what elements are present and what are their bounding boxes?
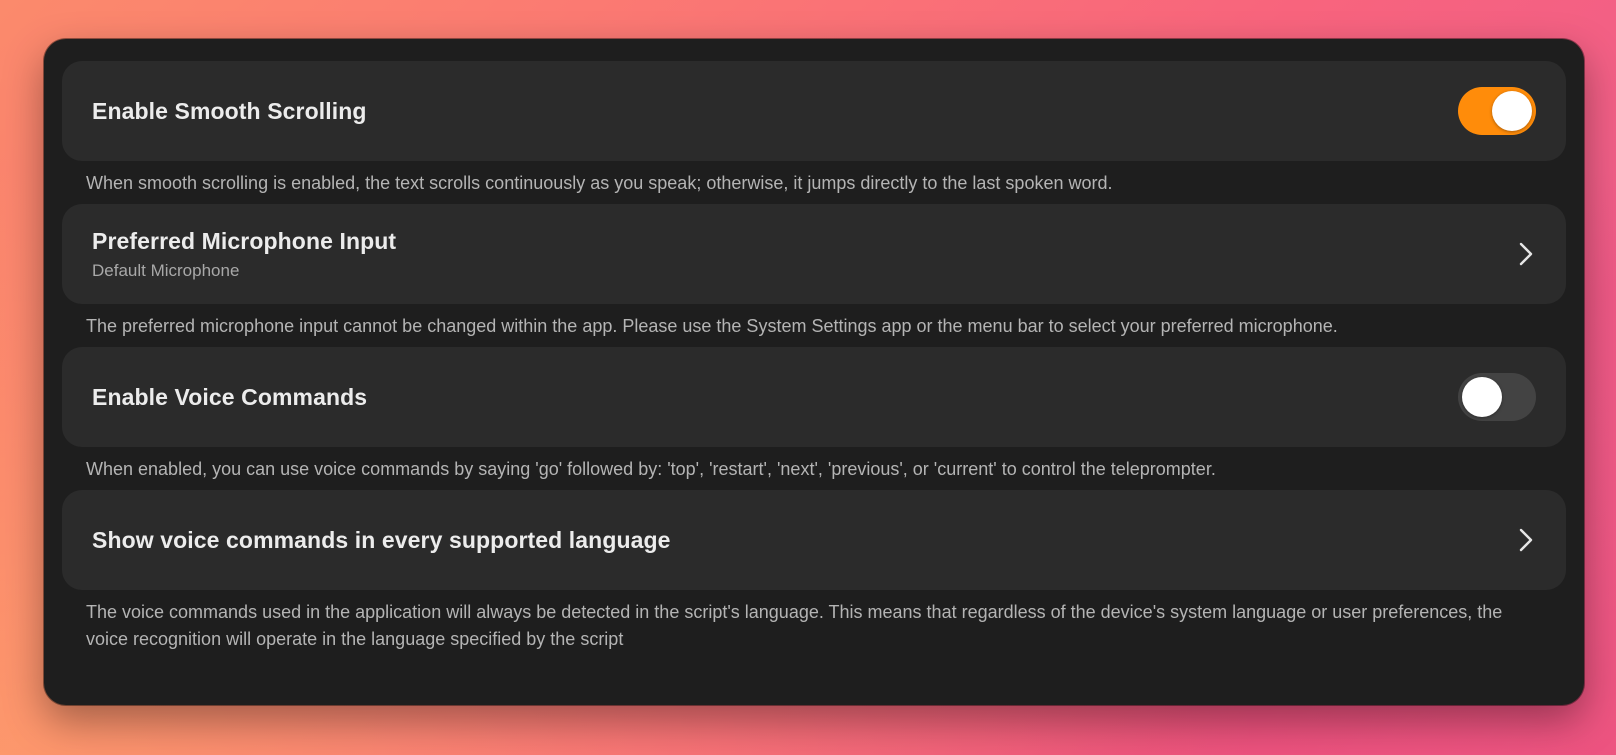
microphone-title: Preferred Microphone Input [92,227,397,254]
smooth-scrolling-text: Enable Smooth Scrolling [92,98,367,125]
smooth-scrolling-row: Enable Smooth Scrolling [62,61,1566,161]
voice-commands-text: Enable Voice Commands [92,384,367,411]
chevron-right-icon[interactable] [1516,239,1536,269]
languages-text: Show voice commands in every supported l… [92,527,671,554]
microphone-value: Default Microphone [92,260,240,280]
voice-commands-row: Enable Voice Commands [62,347,1566,447]
smooth-scrolling-title: Enable Smooth Scrolling [92,97,367,124]
microphone-row[interactable]: Preferred Microphone Input Default Micro… [62,204,1566,304]
toggle-knob [1462,377,1502,417]
voice-commands-description: When enabled, you can use voice commands… [86,459,1216,479]
microphone-text: Preferred Microphone Input Default Micro… [92,228,396,281]
languages-title: Show voice commands in every supported l… [92,526,671,553]
settings-window: Enable Smooth Scrolling When smooth scro… [44,39,1584,705]
microphone-description: The preferred microphone input cannot be… [86,316,1338,336]
smooth-scrolling-toggle[interactable] [1458,87,1536,135]
voice-commands-toggle[interactable] [1458,373,1536,421]
languages-row[interactable]: Show voice commands in every supported l… [62,490,1566,590]
smooth-scrolling-description: When smooth scrolling is enabled, the te… [86,173,1113,193]
toggle-knob [1492,91,1532,131]
chevron-right-icon[interactable] [1516,525,1536,555]
languages-description: The voice commands used in the applicati… [86,602,1503,649]
voice-commands-title: Enable Voice Commands [92,383,368,410]
